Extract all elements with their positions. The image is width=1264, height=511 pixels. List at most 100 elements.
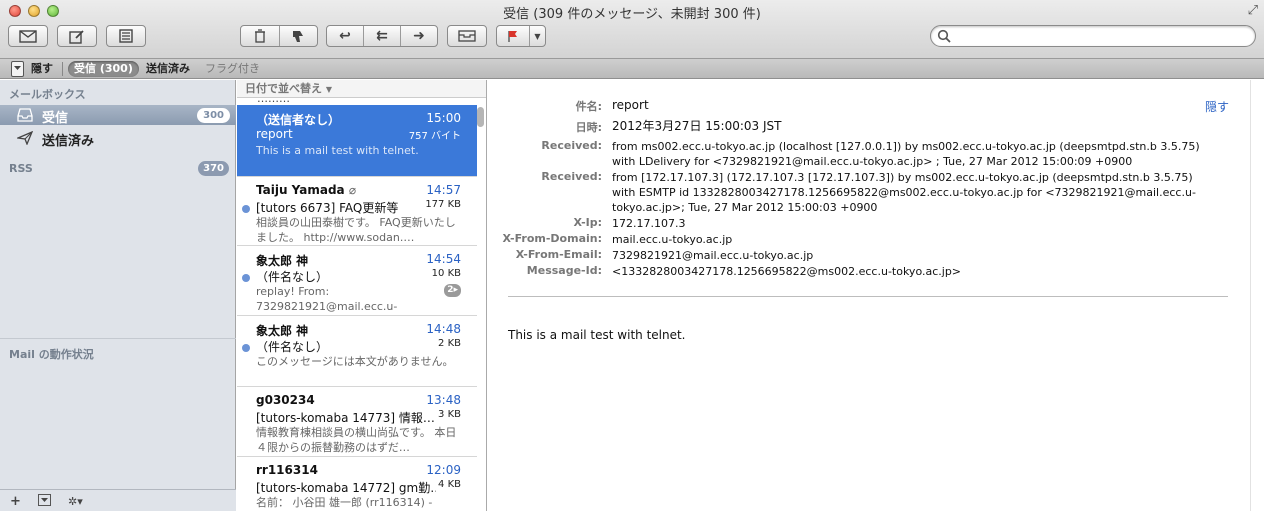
sort-label: 日付で並べ替え [245,82,322,95]
message-sender: （送信者なし） [256,113,341,127]
header-key: Received: [541,170,602,183]
header-received-2: Received: from [172.17.107.3] (172.17.10… [488,170,1250,215]
message-row[interactable]: 象太郎 神 14:48 （件名なし） 2 KB このメッセージには本文がありませ… [237,316,477,387]
message-size: 177 KB [425,199,461,210]
window-titlebar: 受信 (309 件のメッセージ、未開封 300 件) ⤢ ↩ ⇇ ➜ ▼ [0,0,1264,59]
search-input[interactable] [955,28,1245,44]
forward-button[interactable]: ➜ [400,26,437,46]
message-time: 14:57 [426,183,461,197]
paperclip-icon: ⌀ [348,183,357,197]
note-button[interactable] [106,25,146,47]
sidebar-item-sent[interactable]: 送信済み [0,128,236,149]
reply-icon: ↩ [339,28,351,44]
list-scrollbar[interactable] [477,107,484,127]
activity-divider[interactable] [0,338,236,339]
junk-button[interactable] [278,26,318,46]
search-field[interactable] [930,25,1256,47]
message-row[interactable]: rr116314 12:09 [tutors-komaba 14772] gm勤… [237,457,477,511]
search-icon [937,29,951,43]
message-size: 10 KB [431,268,461,279]
message-preview: replay! From: 7329821921@mail.ecc.u-toky… [256,285,398,313]
hide-mailboxes-button[interactable]: 隠す [31,61,53,77]
chevron-down-icon: ▼ [534,31,541,41]
thread-count-badge[interactable]: 2▸ [444,284,461,297]
header-key: X-From-Domain: [502,232,602,245]
reading-pane: 件名: report 日時: 2012年3月27日 15:00:03 JST R… [488,80,1250,511]
message-body: This is a mail test with telnet. [508,328,686,342]
action-menu-button[interactable]: ✲▾ [68,495,83,508]
get-mail-button[interactable] [8,25,48,47]
header-value: report [612,98,649,112]
tray-icon [458,30,476,42]
play-icon: ▸ [453,285,458,295]
favorite-inbox[interactable]: 受信 (300) [68,61,139,77]
hide-headers-link[interactable]: 隠す [1205,98,1229,115]
delete-button[interactable] [241,26,279,46]
header-key: Message-Id: [526,264,602,277]
chevron-down-icon: ▼ [325,85,332,94]
sort-header[interactable]: 日付で並べ替え ▼ [237,80,486,98]
message-size: 3 KB [438,409,461,420]
header-value: from [172.17.107.3] (172.17.107.3 [172.1… [612,171,1196,214]
pane-right-edge [1250,80,1264,511]
message-subject: [tutors-komaba 14772] gm勤… [256,481,436,495]
rss-count-badge: 370 [198,161,229,176]
header-value: from ms002.ecc.u-tokyo.ac.jp (localhost … [612,140,1200,168]
archive-button[interactable] [447,25,487,47]
window-title: 受信 (309 件のメッセージ、未開封 300 件) [503,7,761,22]
reply-all-button[interactable]: ⇇ [363,26,400,46]
sidebar-item-label: 送信済み [42,134,95,149]
message-subject: （件名なし） [256,270,329,284]
chevron-down-icon [14,66,21,70]
show-activity-button[interactable] [38,494,51,510]
message-size: 2 KB [438,338,461,349]
header-date: 日時: 2012年3月27日 15:00:03 JST [488,119,1250,134]
paper-plane-icon [17,131,33,145]
message-row[interactable]: g030234 13:48 [tutors-komaba 14773] 情報… … [237,387,477,457]
message-row[interactable]: Taiju Yamada ⌀ 14:57 [tutors 6673] FAQ更新… [237,177,477,246]
header-value: <1332828003427178.1256695822@ms002.ecc.u… [612,265,962,278]
favorite-flagged[interactable]: フラグ付き [205,61,260,77]
message-sender: rr116314 [256,463,318,477]
trash-icon [254,29,265,43]
rss-header[interactable]: RSS [9,162,33,175]
favorites-bar: 隠す 受信 (300) 送信済み フラグ付き [0,59,1264,79]
mailboxes-header[interactable]: メールボックス [9,86,86,102]
message-row[interactable]: （送信者なし） 15:00 report 757 バイト This is a m… [237,105,477,177]
add-mailbox-button[interactable]: + [10,494,21,509]
message-row[interactable]: 象太郎 神 14:54 （件名なし） 10 KB 2▸ replay! From… [237,246,477,316]
message-preview: 名前： 小谷田 雄一郎 (rr116314) - [256,496,433,509]
header-x-from-email: X-From-Email: 7329821921@mail.ecc.u-toky… [488,248,1250,263]
mail-activity-header: Mail の動作状況 [9,348,94,361]
sidebar-bottom-bar: + ✲▾ [0,489,236,511]
message-subject: [tutors-komaba 14773] 情報… [256,411,435,425]
reply-button[interactable]: ↩ [327,26,363,46]
favorite-sent[interactable]: 送信済み [146,61,190,77]
sidebar-item-inbox[interactable]: 受信 300 [0,105,236,126]
compose-icon [69,29,84,44]
fullscreen-icon[interactable]: ⤢ [1248,3,1258,18]
plus-icon: + [10,494,21,509]
message-time: 14:54 [426,252,461,266]
favorites-divider [62,62,63,76]
header-key: X-From-Email: [515,248,602,261]
compose-button[interactable] [57,25,97,47]
header-x-from-domain: X-From-Domain: mail.ecc.u-tokyo.ac.jp [488,232,1250,247]
flag-group: ▼ [496,25,546,47]
flag-button[interactable] [497,26,529,46]
message-preview: このメッセージには本文がありません。 [256,355,454,368]
message-time: 15:00 [426,111,461,125]
message-subject: [tutors 6673] FAQ更新等 [256,201,399,215]
header-value: 2012年3月27日 15:00:03 JST [612,119,782,133]
reply-all-icon: ⇇ [376,28,388,44]
header-key: 日時: [575,121,602,134]
unread-dot-icon [242,205,250,213]
header-value: 7329821921@mail.ecc.u-tokyo.ac.jp [612,249,814,262]
hide-mailboxes-icon[interactable] [11,61,24,77]
message-preview: 相談員の山田泰樹です。 FAQ更新いたしました。 http://www.soda… [256,216,456,244]
message-sender: 象太郎 神 [256,254,309,268]
flag-menu-button[interactable]: ▼ [529,26,545,46]
thumbs-down-icon [293,30,304,42]
message-time: 12:09 [426,463,461,477]
unread-dot-icon [242,344,250,352]
